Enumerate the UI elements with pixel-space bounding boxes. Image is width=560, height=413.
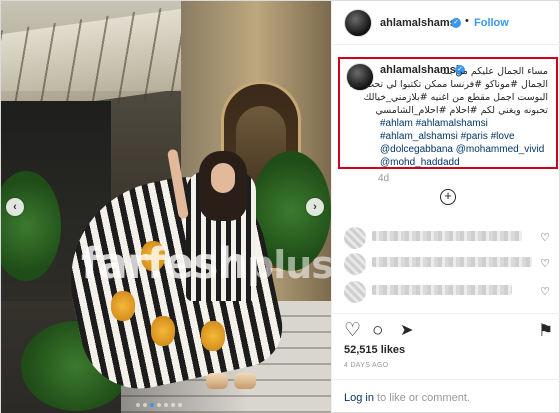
- carousel-dot: [136, 403, 140, 407]
- share-paper-plane-icon[interactable]: ➤: [400, 321, 413, 341]
- post-header: ahlamalshamsi ✓ • Follow: [332, 1, 560, 45]
- caption-hashtags-1[interactable]: #ahlam #ahlamalshamsi: [380, 117, 488, 130]
- commenter-avatar[interactable]: [344, 281, 366, 303]
- login-prompt-rest: to like or comment.: [373, 392, 470, 404]
- watermark-part2: plus.com: [247, 243, 331, 287]
- separator-dot: •: [465, 15, 469, 27]
- pineapple-print: [151, 316, 175, 346]
- likes-count[interactable]: 52,515 likes: [344, 344, 405, 356]
- blurred-comment-text: [372, 231, 522, 241]
- caption-highlight-box: ahlamalshamsi ✓ مساء الجمال عليكم من بلد…: [338, 57, 558, 169]
- caption-timestamp: 4d: [378, 173, 390, 184]
- like-heart-icon[interactable]: ♡: [344, 321, 361, 341]
- carousel-dot: [157, 403, 161, 407]
- blurred-comment-text: [372, 285, 512, 295]
- carousel-dot: [178, 403, 182, 407]
- carousel-dot-active: [150, 403, 154, 407]
- pineapple-print: [111, 291, 135, 321]
- caption-line-ar-3: البوست اجمل مقطع من اغنيه #بلازمني_خيالك: [363, 92, 548, 103]
- caption-line-ar-4: تحبونه ويغني لكم #احلام #احلام_الشامسي: [375, 105, 548, 116]
- follow-button[interactable]: Follow: [474, 17, 509, 29]
- load-more-comments-icon[interactable]: +: [440, 189, 456, 205]
- comment-row: ♡: [344, 251, 550, 275]
- post-photo[interactable]: farfeshplus.com ‹ ›: [1, 1, 331, 413]
- comment-like-icon[interactable]: ♡: [540, 231, 550, 244]
- post-side-panel: ahlamalshamsi ✓ • Follow ahlamalshamsi ✓…: [331, 1, 560, 413]
- comment-like-icon[interactable]: ♡: [540, 257, 550, 270]
- watermark-part1: farfesh: [81, 239, 248, 289]
- face: [211, 163, 235, 193]
- pineapple-print: [201, 321, 225, 351]
- login-prompt-bar: Log in to like or comment.: [332, 379, 560, 413]
- caption-mentions-2[interactable]: @mohd_haddadd: [380, 156, 460, 169]
- carousel-dot: [164, 403, 168, 407]
- caption-line-ar-1: مساء الجمال عليكم من بلد: [441, 66, 548, 77]
- carousel-dot: [143, 403, 147, 407]
- comment-row: ♡: [344, 225, 550, 249]
- caption-hashtags-2[interactable]: #ahlam_alshamsi #paris #love: [380, 130, 515, 143]
- verified-badge-icon: ✓: [451, 18, 461, 28]
- author-username[interactable]: ahlamalshamsi: [380, 17, 459, 29]
- caption-line-ar-2: الجمال #موناكو #فرنسا ممكن تكتبوا لي تحت…: [349, 79, 548, 90]
- caption-mentions-1[interactable]: @dolcegabbana @mohammed_vivid: [380, 143, 544, 156]
- instagram-post-frame: farfeshplus.com ‹ › ahlamalshamsi ✓ • Fo…: [0, 0, 560, 413]
- login-link[interactable]: Log in: [344, 392, 374, 404]
- comment-like-icon[interactable]: ♡: [540, 285, 550, 298]
- carousel-dots: [136, 403, 182, 409]
- site-watermark: farfeshplus.com: [81, 239, 331, 289]
- carousel-dot: [171, 403, 175, 407]
- next-photo-button[interactable]: ›: [306, 198, 324, 216]
- shoe: [206, 373, 228, 389]
- blurred-comment-text: [372, 257, 532, 267]
- shoe: [234, 373, 256, 389]
- save-bookmark-icon[interactable]: ⚑: [538, 321, 553, 341]
- comment-row: ♡: [344, 279, 550, 303]
- post-date: 4 DAYS AGO: [344, 362, 389, 369]
- previous-photo-button[interactable]: ‹: [6, 198, 24, 216]
- login-prompt: Log in to like or comment.: [344, 392, 470, 404]
- commenter-avatar[interactable]: [344, 253, 366, 275]
- comment-bubble-icon[interactable]: ○: [372, 321, 383, 341]
- author-avatar[interactable]: [344, 9, 372, 37]
- commenter-avatar[interactable]: [344, 227, 366, 249]
